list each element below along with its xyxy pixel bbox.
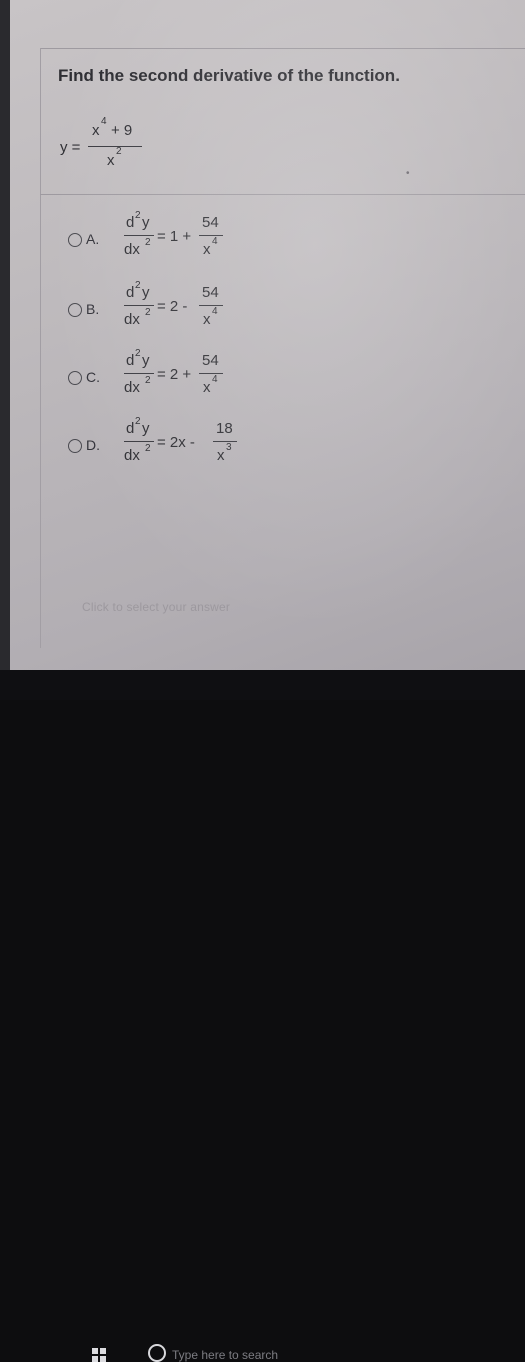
option-b[interactable]: B. d 2 y dx 2 = 2 - 54 x 4 xyxy=(68,276,368,338)
d-symbol: d xyxy=(126,284,135,301)
option-letter: A. xyxy=(86,231,100,247)
taskbar-search-input[interactable]: Type here to search xyxy=(172,1348,278,1362)
option-d[interactable]: D. d 2 y dx 2 = 2x - 18 x 3 xyxy=(68,412,368,474)
d-exponent: 2 xyxy=(135,348,141,359)
rhs-fraction-bar xyxy=(199,305,223,306)
rhs-exponent: 4 xyxy=(212,374,218,385)
derivative-bar xyxy=(124,441,154,442)
d-symbol: d xyxy=(126,352,135,369)
equation-middle: = 2 - xyxy=(157,298,188,315)
equation-middle: = 2 + xyxy=(157,366,192,383)
option-letter: B. xyxy=(86,301,100,317)
y-symbol: y xyxy=(142,214,150,231)
function-fraction-bar xyxy=(88,146,142,147)
window-edge xyxy=(0,0,10,700)
radio-button[interactable] xyxy=(68,233,82,247)
derivative-bar xyxy=(124,373,154,374)
dx-exponent: 2 xyxy=(145,443,151,454)
derivative-bar xyxy=(124,305,154,306)
dx-symbol: dx xyxy=(124,379,140,396)
search-icon[interactable] xyxy=(148,1344,166,1362)
rhs-fraction-bar xyxy=(199,373,223,374)
derivative-bar xyxy=(124,235,154,236)
rhs-denominator: x xyxy=(203,241,211,258)
d-exponent: 2 xyxy=(135,210,141,221)
resize-marker: • xyxy=(406,168,410,179)
option-a[interactable]: A. d 2 y dx 2 = 1 + 54 x 4 xyxy=(68,206,368,268)
function-lhs: y = xyxy=(60,139,81,156)
dx-exponent: 2 xyxy=(145,307,151,318)
y-symbol: y xyxy=(142,420,150,437)
radio-button[interactable] xyxy=(68,303,82,317)
rhs-fraction-bar xyxy=(213,441,237,442)
header-divider xyxy=(40,48,525,49)
rhs-numerator: 18 xyxy=(216,420,233,437)
dx-symbol: dx xyxy=(124,447,140,464)
d-exponent: 2 xyxy=(135,280,141,291)
option-letter: C. xyxy=(86,369,100,385)
option-c[interactable]: C. d 2 y dx 2 = 2 + 54 x 4 xyxy=(68,344,368,406)
equation-middle: = 1 + xyxy=(157,228,192,245)
dx-symbol: dx xyxy=(124,311,140,328)
rhs-denominator: x xyxy=(203,379,211,396)
rhs-numerator: 54 xyxy=(202,284,219,301)
equation-middle: = 2x - xyxy=(157,434,195,451)
rhs-fraction-bar xyxy=(199,235,223,236)
function-numerator-base: x xyxy=(92,122,100,139)
function-denominator-base: x xyxy=(107,152,115,169)
rhs-numerator: 54 xyxy=(202,352,219,369)
y-symbol: y xyxy=(142,284,150,301)
rhs-exponent: 4 xyxy=(212,236,218,247)
rhs-denominator: x xyxy=(203,311,211,328)
function-denominator-exponent: 2 xyxy=(116,146,122,157)
rhs-denominator: x xyxy=(217,447,225,464)
d-symbol: d xyxy=(126,214,135,231)
d-symbol: d xyxy=(126,420,135,437)
section-divider xyxy=(40,194,525,195)
dx-exponent: 2 xyxy=(145,237,151,248)
rhs-exponent: 4 xyxy=(212,306,218,317)
dx-symbol: dx xyxy=(124,241,140,258)
select-answer-prompt: Click to select your answer xyxy=(82,600,231,614)
question-text: Find the second derivative of the functi… xyxy=(58,66,400,85)
windows-logo-icon[interactable] xyxy=(92,1348,106,1362)
rhs-numerator: 54 xyxy=(202,214,219,231)
radio-button[interactable] xyxy=(68,371,82,385)
taskbar: Type here to search xyxy=(0,670,525,1362)
content-border xyxy=(40,48,41,648)
rhs-exponent: 3 xyxy=(226,442,232,453)
d-exponent: 2 xyxy=(135,416,141,427)
radio-button[interactable] xyxy=(68,439,82,453)
dx-exponent: 2 xyxy=(145,375,151,386)
y-symbol: y xyxy=(142,352,150,369)
option-letter: D. xyxy=(86,437,100,453)
screen: Find the second derivative of the functi… xyxy=(0,0,525,700)
function-numerator-rest: + 9 xyxy=(111,122,133,139)
function-numerator-exponent: 4 xyxy=(101,116,107,127)
